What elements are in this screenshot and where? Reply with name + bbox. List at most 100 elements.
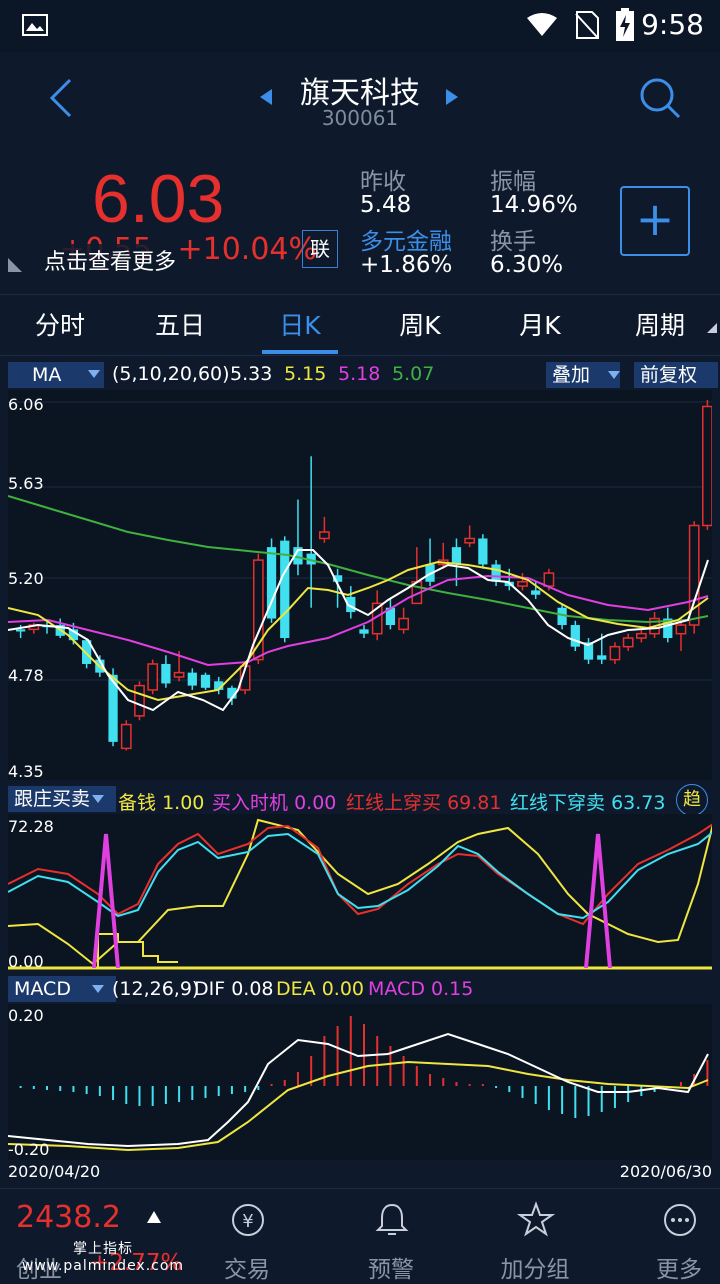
chevron-down-icon (92, 985, 104, 993)
nav-add-group-label[interactable]: 加分组 (480, 1250, 590, 1284)
related-button[interactable]: 联 (302, 230, 338, 268)
candle-body (147, 663, 159, 691)
macd-axis-label: 0.20 (8, 1006, 44, 1025)
candle-body (702, 405, 712, 527)
sector-label[interactable]: 多元金融 (360, 222, 452, 256)
chevron-down-icon (608, 371, 620, 379)
price-axis-label: 5.20 (8, 569, 44, 588)
stock-code: 300061 (321, 106, 399, 130)
overlay-label: 叠加 (552, 364, 591, 386)
tab-five-day[interactable]: 五日 (120, 306, 240, 342)
price-axis-label: 6.06 (8, 395, 44, 414)
candle-body (635, 632, 647, 639)
candle-body (451, 547, 462, 565)
tab-period[interactable]: 周期 (600, 306, 720, 342)
adjust-button[interactable]: 前复权 (634, 362, 718, 388)
tab-intraday[interactable]: 分时 (0, 306, 120, 342)
expand-corner-icon (8, 258, 22, 272)
period-dropdown-icon (707, 323, 717, 333)
candle-body (609, 645, 621, 661)
date-start: 2020/04/20 (8, 1162, 101, 1181)
price-axis-label: 4.35 (8, 762, 44, 781)
indicator1-item: 备钱 1.00 (118, 792, 205, 814)
change-pct: +10.04% (177, 232, 318, 267)
candle-body (161, 663, 171, 684)
candle-body (359, 629, 369, 634)
chevron-down-icon (92, 795, 104, 803)
macd-axis-label: -0.20 (8, 1140, 50, 1159)
macd-params: (12,26,9) (112, 978, 200, 1000)
ma20-value: 5.18 (338, 363, 381, 385)
date-end: 2020/06/30 (619, 1162, 712, 1181)
prev-close-label: 昨收 (360, 169, 406, 195)
kline-chart[interactable] (8, 390, 712, 780)
amplitude-value: 14.96% (490, 192, 578, 218)
last-price: 6.03 (92, 161, 225, 237)
indicator1-name: 跟庄买卖 (14, 788, 91, 810)
watermark: 掌上指标 www.palmindex.com (21, 1241, 185, 1274)
candle-body (675, 624, 687, 635)
image-icon (22, 14, 48, 36)
ma-selector[interactable]: MA (8, 362, 104, 388)
search-icon[interactable] (638, 76, 682, 120)
price-axis-label: 4.78 (8, 666, 44, 685)
macd-dif: DIF 0.08 (194, 978, 274, 1000)
indicator1-axis-label: 0.00 (8, 952, 44, 971)
candle-body (570, 625, 580, 647)
svg-text:¥: ¥ (242, 1211, 253, 1232)
tab-daily-k[interactable]: 日K (240, 306, 360, 342)
ma-params: (5,10,20,60) (112, 363, 230, 385)
amplitude-label: 振幅 (490, 169, 536, 195)
price-axis-label: 5.63 (8, 474, 44, 493)
sector-value: +1.86% (360, 252, 453, 278)
wifi-icon (527, 13, 557, 36)
candle-body (187, 672, 197, 686)
nav-trade-label[interactable]: 交易 (192, 1250, 302, 1284)
candle-body (134, 684, 145, 717)
candle-body (622, 637, 634, 648)
trade-icon[interactable]: ¥ (228, 1200, 268, 1240)
star-icon[interactable] (516, 1200, 556, 1240)
candle-body (491, 564, 501, 582)
candle-body (478, 538, 488, 565)
indicator1-item: 红线上穿买 69.81 (346, 792, 502, 814)
candle-body (464, 537, 476, 544)
ma5-value: 5.33 (230, 363, 273, 385)
candle-body (200, 674, 211, 688)
indicator1-item: 红线下穿卖 63.73 (510, 792, 666, 814)
candle-body (319, 531, 330, 540)
ma10-value: 5.15 (284, 363, 327, 385)
macd-dea: DEA 0.00 (276, 978, 364, 1000)
trend-label[interactable]: 趋 (676, 784, 708, 816)
macd-plot (8, 1016, 709, 1152)
index-value[interactable]: 2438.2 (16, 1200, 121, 1235)
chevron-down-icon (88, 370, 100, 378)
candle-body (543, 572, 555, 587)
indicator1-axis-label: 72.28 (8, 817, 54, 836)
indicator1-selector[interactable]: 跟庄买卖 (8, 786, 116, 812)
candle-body (517, 581, 528, 587)
macd-selector[interactable]: MACD (8, 976, 116, 1002)
macd-selector-label: MACD (14, 978, 71, 1000)
tab-monthly-k[interactable]: 月K (480, 306, 600, 342)
turnover-label: 换手 (490, 229, 536, 255)
status-bar: 9:58 (0, 0, 720, 52)
bell-icon[interactable] (372, 1200, 412, 1240)
view-more-hint[interactable]: 点击查看更多 (40, 244, 181, 276)
ma60-value: 5.07 (392, 363, 435, 385)
nav-alert-label[interactable]: 预警 (336, 1250, 446, 1284)
candle-body (15, 629, 26, 632)
tab-weekly-k[interactable]: 周K (360, 306, 480, 342)
overlay-button[interactable]: 叠加 (546, 362, 620, 388)
nav-more-label[interactable]: 更多 (624, 1250, 720, 1284)
more-icon[interactable] (660, 1200, 700, 1240)
macd-value: MACD 0.15 (368, 978, 474, 1000)
add-watchlist-button[interactable]: + (620, 186, 690, 256)
clock: 9:58 (641, 8, 704, 41)
indicator1-plot (8, 818, 712, 970)
candle-body (173, 671, 185, 678)
indicator1-item: 买入时机 0.00 (212, 792, 337, 814)
no-sim-icon (575, 11, 599, 39)
active-tab-indicator (262, 350, 338, 354)
turnover-value: 6.30% (490, 252, 564, 278)
